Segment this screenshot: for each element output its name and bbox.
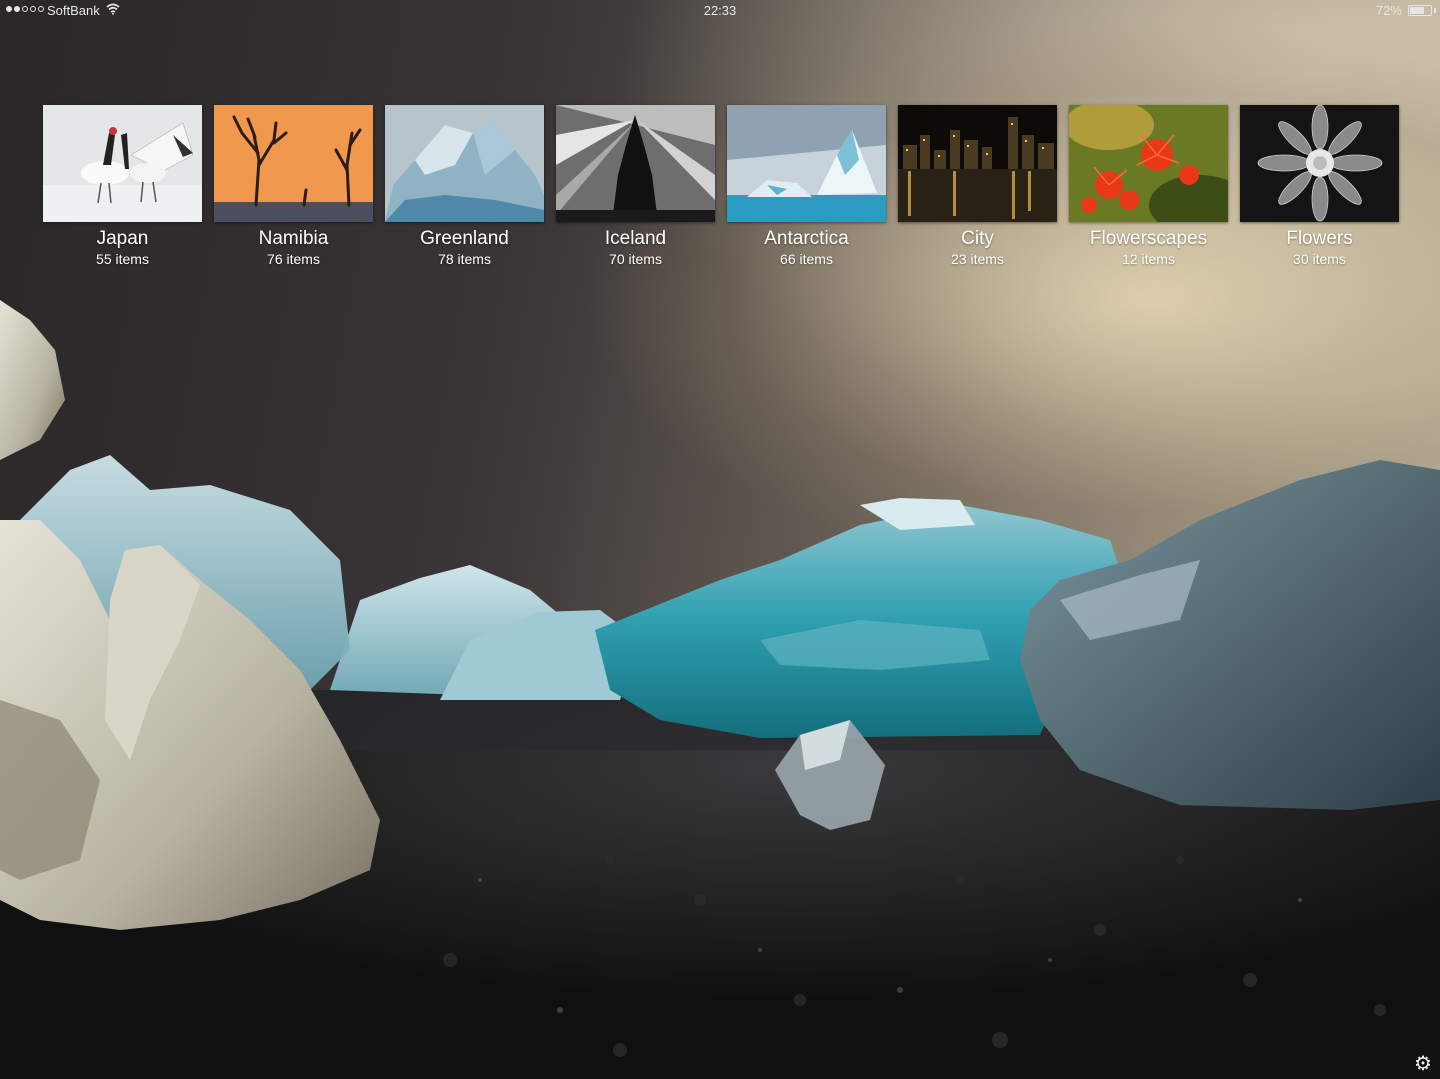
album-thumbnail[interactable] [214, 105, 373, 222]
album-item-count: 30 items [1293, 251, 1346, 267]
home-screen: SoftBank 22:33 72% Japan 55 items Namibi… [0, 0, 1440, 1079]
album-list: Japan 55 items Namibia 76 items Greenlan… [43, 105, 1399, 268]
gear-icon[interactable]: ⚙ [1412, 1053, 1434, 1075]
album-title: Iceland [604, 228, 667, 249]
album-flowers[interactable]: Flowers 30 items [1240, 105, 1399, 268]
battery-percent: 72% [1375, 3, 1402, 18]
album-iceland[interactable]: Iceland 70 items [556, 105, 715, 268]
album-thumbnail[interactable] [43, 105, 202, 222]
album-title: Flowerscapes [1089, 228, 1208, 249]
album-antarctica[interactable]: Antarctica 66 items [727, 105, 886, 268]
album-thumbnail[interactable] [556, 105, 715, 222]
album-title: Antarctica [764, 228, 849, 249]
album-japan[interactable]: Japan 55 items [43, 105, 202, 268]
battery-icon [1408, 5, 1432, 16]
album-item-count: 66 items [780, 251, 833, 267]
album-title: Japan [96, 228, 149, 249]
album-greenland[interactable]: Greenland 78 items [385, 105, 544, 268]
album-title: Flowers [1286, 228, 1353, 249]
album-city[interactable]: City 23 items [898, 105, 1057, 268]
album-namibia[interactable]: Namibia 76 items [214, 105, 373, 268]
album-thumbnail[interactable] [727, 105, 886, 222]
album-title: City [961, 228, 994, 249]
clock: 22:33 [703, 3, 737, 18]
album-item-count: 78 items [438, 251, 491, 267]
album-item-count: 23 items [951, 251, 1004, 267]
album-thumbnail[interactable] [1069, 105, 1228, 222]
album-item-count: 12 items [1122, 251, 1175, 267]
album-title: Namibia [258, 228, 329, 249]
album-item-count: 55 items [96, 251, 149, 267]
album-thumbnail[interactable] [385, 105, 544, 222]
album-thumbnail[interactable] [898, 105, 1057, 222]
album-thumbnail[interactable] [1240, 105, 1399, 222]
status-bar: SoftBank 22:33 72% [0, 0, 1440, 22]
album-item-count: 70 items [609, 251, 662, 267]
album-item-count: 76 items [267, 251, 320, 267]
album-flowerscapes[interactable]: Flowerscapes 12 items [1069, 105, 1228, 268]
album-title: Greenland [420, 228, 509, 249]
